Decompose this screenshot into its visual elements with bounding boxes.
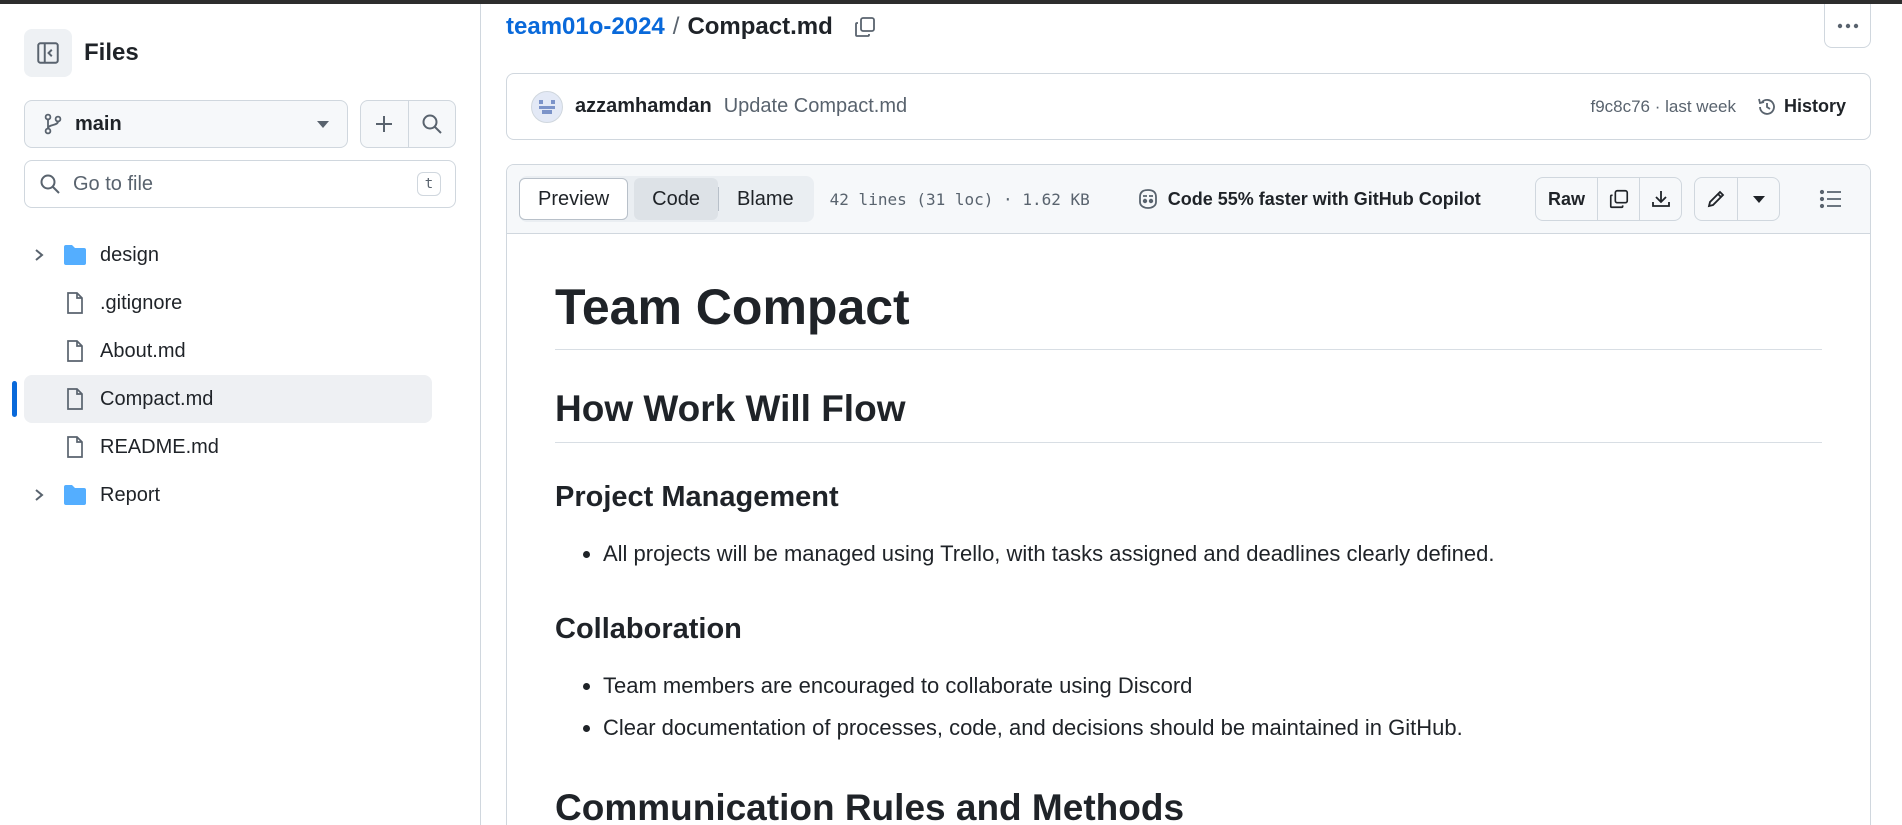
pencil-icon — [1707, 190, 1725, 208]
tree-item-about[interactable]: About.md — [24, 327, 432, 375]
sidebar-header: Files — [24, 28, 139, 78]
avatar[interactable] — [531, 90, 563, 123]
latest-commit-bar: azzamhamdan Update Compact.md f9c8c76 · … — [506, 73, 1871, 140]
commit-sha-and-date[interactable]: f9c8c76 · last week — [1590, 97, 1736, 117]
tree-item-label: Report — [100, 483, 161, 506]
copy-icon — [1609, 189, 1628, 209]
breadcrumb: team01o-2024 / Compact.md — [506, 12, 877, 42]
list-unordered-icon — [1819, 189, 1841, 209]
commit-message-link[interactable]: Update Compact.md — [724, 95, 1591, 118]
tree-item-design[interactable]: design — [24, 231, 432, 279]
active-indicator — [12, 381, 17, 417]
heading-collaboration: Collaboration — [555, 613, 742, 645]
history-icon — [1758, 98, 1775, 115]
list-item: Team members are encouraged to collabora… — [603, 665, 1822, 707]
file-icon — [62, 387, 88, 411]
branch-name: main — [75, 112, 122, 135]
sidebar-actions — [360, 100, 456, 148]
file-icon — [62, 291, 88, 315]
raw-button[interactable]: Raw — [1536, 178, 1597, 220]
branch-toolbar: main — [24, 100, 456, 148]
collapse-sidebar-button[interactable] — [24, 29, 72, 77]
collaboration-list: Team members are encouraged to collabora… — [555, 665, 1822, 749]
copilot-icon — [1138, 189, 1157, 209]
tab-blame[interactable]: Blame — [719, 178, 812, 220]
edit-file-button[interactable] — [1695, 178, 1737, 220]
tree-item-label: About.md — [100, 339, 186, 362]
go-to-file-placeholder: Go to file — [73, 172, 154, 195]
breadcrumb-separator: / — [672, 13, 680, 40]
copilot-promo-text: Code 55% faster with GitHub Copilot — [1167, 188, 1481, 209]
search-icon — [422, 114, 442, 134]
tree-item-report[interactable]: Report — [24, 471, 432, 519]
tree-item-compact[interactable]: Compact.md — [12, 375, 432, 423]
file-tree: design .gitignore About.md Compact.md RE… — [12, 231, 432, 519]
plus-icon — [376, 116, 393, 132]
tree-item-readme[interactable]: README.md — [24, 423, 432, 471]
tree-item-label: design — [100, 243, 159, 266]
search-files-button[interactable] — [407, 101, 455, 147]
view-mode-switch: Preview Code Blame — [519, 176, 814, 222]
heading-how-work-will-flow: How Work Will Flow — [555, 386, 1822, 443]
copilot-promo-link[interactable]: Code 55% faster with GitHub Copilot — [1136, 188, 1481, 210]
outline-button[interactable] — [1810, 177, 1852, 221]
file-stats: 42 lines (31 loc) · 1.62 KB — [829, 189, 1090, 209]
file-toolbar: Preview Code Blame 42 lines (31 loc) · 1… — [507, 165, 1870, 234]
file-icon — [62, 435, 88, 459]
keyboard-shortcut-hint: t — [417, 172, 441, 196]
raw-copy-download-group: Raw — [1534, 177, 1682, 221]
download-icon — [1651, 191, 1670, 207]
project-management-list: All projects will be managed using Trell… — [555, 533, 1822, 575]
chevron-right-icon[interactable] — [28, 247, 50, 263]
copy-raw-button[interactable] — [1597, 178, 1639, 220]
heading-team-compact: Team Compact — [555, 276, 1822, 350]
download-raw-button[interactable] — [1639, 178, 1681, 220]
tab-preview[interactable]: Preview — [519, 178, 629, 220]
chevron-down-icon — [317, 120, 329, 128]
kebab-horizontal-icon — [1837, 23, 1858, 28]
go-to-file-input[interactable]: Go to file t — [24, 160, 456, 208]
sidebar-collapse-icon — [37, 42, 59, 64]
tab-code[interactable]: Code — [634, 178, 718, 220]
breadcrumb-file-name: Compact.md — [687, 13, 833, 40]
copy-path-button[interactable] — [853, 15, 877, 39]
list-item: Clear documentation of processes, code, … — [603, 707, 1822, 749]
heading-project-management: Project Management — [555, 480, 839, 513]
breadcrumb-repo-link[interactable]: team01o-2024 — [506, 13, 665, 41]
folder-icon — [62, 244, 88, 266]
search-icon — [40, 174, 60, 194]
tree-item-label: Compact.md — [100, 387, 214, 410]
history-button[interactable]: History — [1756, 96, 1846, 118]
markdown-preview: Team Compact How Work Will Flow Project … — [507, 234, 1870, 825]
chevron-right-icon[interactable] — [28, 487, 50, 503]
list-item: All projects will be managed using Trell… — [603, 533, 1822, 575]
tree-item-gitignore[interactable]: .gitignore — [24, 279, 432, 327]
git-branch-icon — [44, 113, 62, 135]
copy-icon — [854, 17, 875, 37]
branch-selector[interactable]: main — [24, 100, 348, 148]
edit-group — [1694, 177, 1780, 221]
tree-item-label: README.md — [100, 435, 219, 458]
commit-author-link[interactable]: azzamhamdan — [575, 95, 712, 118]
tree-item-label: .gitignore — [100, 291, 183, 314]
file-icon — [62, 339, 88, 363]
avatar-identicon-icon — [539, 99, 555, 114]
file-actions: Raw — [1534, 177, 1852, 221]
heading-communication-rules: Communication Rules and Methods — [555, 785, 1822, 825]
file-view: Preview Code Blame 42 lines (31 loc) · 1… — [506, 164, 1871, 825]
edit-options-button[interactable] — [1737, 178, 1779, 220]
sidebar-title: Files — [84, 39, 139, 66]
history-label: History — [1783, 96, 1846, 116]
file-tree-sidebar: Files main Go to file t design .gitignor… — [0, 4, 481, 825]
more-options-button[interactable] — [1824, 4, 1871, 48]
add-file-button[interactable] — [361, 101, 408, 147]
chevron-down-icon — [1752, 195, 1765, 203]
folder-icon — [62, 484, 88, 506]
